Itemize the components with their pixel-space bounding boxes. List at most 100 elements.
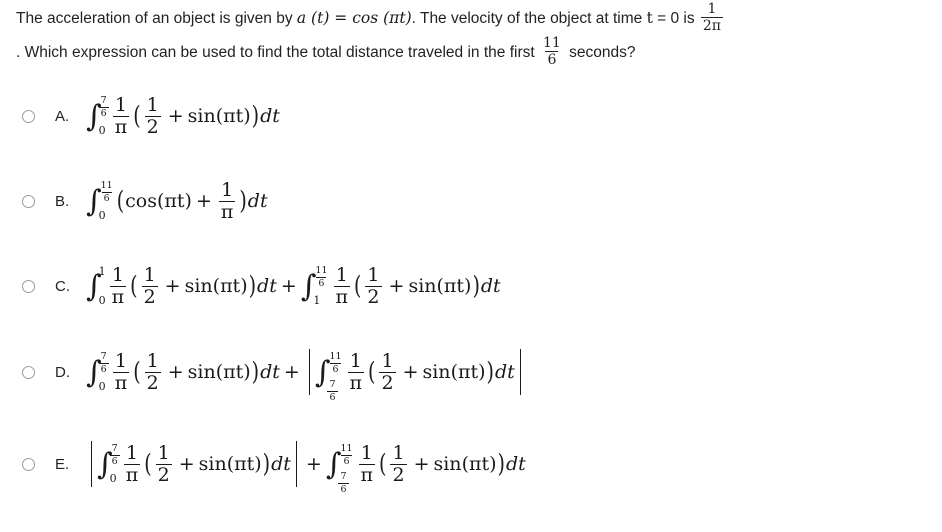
open-paren: ( [130, 270, 138, 301]
integral-upper-limit: 1 [98, 265, 106, 278]
plus-sign: + [413, 452, 430, 475]
integral-upper-limit: 11 6 [327, 352, 343, 374]
choice-e[interactable]: E. ∫ 7 6 0 1 π(1 2 + sin (πt)) dt + ∫ 11 6 7 6 1 π(1 2 + sin(… [0, 441, 942, 494]
close-paren: ) [251, 356, 260, 387]
radio-button-e[interactable] [22, 457, 35, 471]
sin-argument: (πt) [215, 104, 251, 127]
integral-lower-limit: 76 [338, 472, 354, 494]
integral-limits: 76 0 [109, 443, 120, 484]
differential: dt [480, 274, 501, 297]
integral-sign-with-limits: ∫ 11 6 0 [86, 181, 115, 221]
integral-limits: 76 0 [98, 352, 109, 393]
plus-sign: + [195, 189, 212, 212]
close-paren: ) [497, 448, 505, 479]
integral-sign-with-limits: ∫ 11 6 1 [301, 265, 330, 306]
plus-sign-between-terms: + [305, 452, 322, 475]
stem-text-4: . Which expression can be used to find t… [16, 44, 539, 61]
integral-limits: 11 6 7 6 [327, 352, 343, 402]
choice-letter: B. [55, 192, 70, 210]
plus-sign: + [178, 452, 195, 475]
half-fraction: 12 [390, 443, 407, 485]
limit-fraction: 11 6 [338, 444, 354, 466]
integral-limits: 10 [98, 265, 106, 306]
integral-upper-limit: 76 [109, 443, 120, 466]
plus-sign: + [167, 104, 184, 127]
radio-button-c[interactable] [22, 279, 35, 293]
integral-sign-with-limits: ∫ 7 6 0 [97, 443, 120, 484]
fraction-numerator: 11 [340, 443, 353, 454]
integral-term: ∫ 11 6 0(cos (πt) +1 π) dt [86, 178, 268, 222]
coefficient-fraction: 1π [123, 443, 141, 485]
fraction-denominator: 2 [379, 371, 396, 394]
fraction-numerator: 1 [360, 441, 373, 464]
sin-function: sin [187, 360, 216, 383]
sin-argument: (πt) [450, 360, 486, 383]
open-paren: ( [116, 185, 125, 216]
fraction-denominator: 6 [545, 51, 559, 69]
stem-text-2: . The velocity of the object at time [411, 10, 647, 27]
integral-term: ∫ 7 6 0 1 π(1 2 + sin (πt)) dt [86, 351, 280, 393]
sin-function: sin [198, 452, 227, 475]
integral-term: ∫ 1 0 1 π(1 2 + sin (πt)) dt [86, 263, 277, 308]
choice-c[interactable]: C. ∫ 1 0 1 π(1 2 + sin (πt)) dt + ∫ 11 6 1 1 π(1 2 + sin (πt… [0, 263, 942, 308]
close-paren: ) [262, 448, 271, 479]
fraction-numerator: 1 [221, 178, 234, 201]
fraction-denominator: 2 [144, 115, 161, 138]
radio-button-a[interactable] [22, 109, 35, 123]
half-fraction: 12 [144, 351, 161, 393]
integral-term: ∫ 7 6 0 1 π(1 2 + sin (πt)) dt [86, 441, 302, 487]
limit-fraction: 11 6 [99, 181, 115, 203]
choice-expression: ∫ 7 6 0 1 π(1 2 + sin (πt)) dt + ∫ 11 6 7 6 1 π(1 2 + sin (πt… [86, 441, 526, 494]
fraction-numerator: 11 [542, 34, 561, 51]
integral-sign-with-limits: ∫ 11 6 7 6 [315, 352, 344, 402]
choice-letter: C. [55, 277, 70, 295]
half-fraction: 12 [141, 263, 158, 307]
fraction-numerator: 1 [143, 263, 156, 286]
fraction-denominator: 6 [330, 362, 341, 375]
open-paren: ( [354, 270, 362, 301]
sin-argument: (πt) [212, 274, 248, 297]
integral-limits: 11 6 7 6 [338, 444, 354, 494]
stem-text-5: seconds? [564, 44, 636, 61]
integral-term: ∫ 7 6 0 1 π(1 2 + sin (πt)) dt [86, 93, 280, 138]
fraction-numerator: 11 [315, 265, 328, 276]
stem-text-3: = 0 is [652, 10, 699, 27]
choice-expression: ∫ 11 6 0(cos (πt) +1 π) dt [86, 178, 268, 222]
radio-button-d[interactable] [22, 365, 35, 379]
integral-upper-limit: 76 [98, 352, 109, 375]
sin-argument: (πt) [436, 274, 472, 297]
fraction-denominator: 6 [341, 454, 352, 467]
limit-fraction: 76 [109, 443, 120, 466]
choice-a[interactable]: A. ∫ 7 6 0 1 π(1 2 + sin (πt)) dt [0, 93, 942, 138]
half-fraction: 12 [379, 351, 396, 394]
fraction-denominator: 6 [316, 276, 327, 289]
fraction-numerator: 7 [111, 443, 118, 454]
radio-button-b[interactable] [22, 194, 35, 208]
integral-sign-with-limits: ∫ 7 6 0 [86, 96, 109, 136]
fraction-denominator: π [358, 463, 376, 486]
coefficient-fraction: 1π [358, 441, 376, 486]
choice-d[interactable]: D. ∫ 7 6 0 1 π(1 2 + sin (πt)) dt + ∫ 11 6 7 6 1 π(1 2 + sin(… [0, 349, 942, 402]
integral-upper-limit: 76 [98, 96, 109, 118]
sin-function: sin [187, 104, 216, 127]
fraction-denominator: 2 [365, 285, 382, 308]
time-limit-fraction: 11 6 [541, 36, 563, 68]
open-paren: ( [133, 100, 141, 131]
fraction-numerator: 7 [329, 379, 336, 390]
integral-term: ∫ 11 6 7 6 1 π(1 2 + sin (πt)) dt [304, 349, 526, 402]
integral-upper-limit: 11 6 [99, 181, 115, 203]
half-fraction: 12 [155, 441, 172, 485]
choice-b[interactable]: B. ∫ 11 6 0(cos (πt) +1 π) dt [0, 178, 942, 222]
sin-function: sin [184, 274, 213, 297]
fraction-numerator: 1 [146, 93, 159, 116]
fraction-denominator: π [109, 285, 127, 308]
half-fraction: 12 [144, 93, 161, 138]
fraction-numerator: 7 [340, 471, 347, 482]
sin-argument: (πt) [226, 452, 262, 475]
integral-lower-limit: 0 [98, 380, 106, 393]
fraction-numerator: 1 [157, 441, 170, 464]
differential: dt [247, 189, 268, 212]
half-fraction: 12 [365, 265, 382, 308]
sin-argument: (πt) [215, 360, 251, 383]
fraction-denominator: 6 [98, 362, 109, 375]
